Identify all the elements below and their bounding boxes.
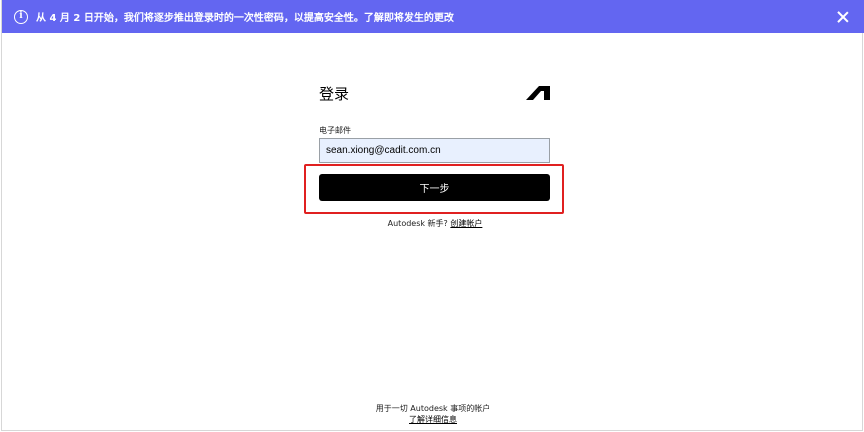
- autodesk-logo-icon: [526, 86, 550, 100]
- email-field[interactable]: [319, 138, 550, 163]
- page-title: 登录: [319, 84, 350, 103]
- page-frame: i 从 4 月 2 日开始，我们将逐步推出登录时的一次性密码，以提高安全性。了解…: [1, 0, 864, 431]
- new-user-prompt: Autodesk 新手? 创建帐户: [319, 218, 551, 229]
- info-icon: i: [14, 9, 28, 24]
- learn-more-link[interactable]: 了解详细信息: [409, 415, 457, 424]
- footer: 用于一切 Autodesk 事项的帐户 了解详细信息: [2, 403, 864, 425]
- signin-form: 登录 电子邮件 下一步 Autodesk 新手? 创建帐户: [304, 82, 564, 228]
- create-account-link[interactable]: 创建帐户: [450, 219, 482, 228]
- next-button[interactable]: 下一步: [319, 174, 550, 201]
- signin-header: 登录: [319, 82, 551, 104]
- close-icon[interactable]: [836, 10, 850, 24]
- announcement-banner: i 从 4 月 2 日开始，我们将逐步推出登录时的一次性密码，以提高安全性。了解…: [2, 0, 864, 33]
- banner-text: 从 4 月 2 日开始，我们将逐步推出登录时的一次性密码，以提高安全性。了解即将…: [36, 13, 454, 24]
- footer-tagline: 用于一切 Autodesk 事项的帐户: [375, 404, 491, 413]
- new-user-text: Autodesk 新手?: [387, 219, 448, 228]
- email-label: 电子邮件: [319, 126, 351, 135]
